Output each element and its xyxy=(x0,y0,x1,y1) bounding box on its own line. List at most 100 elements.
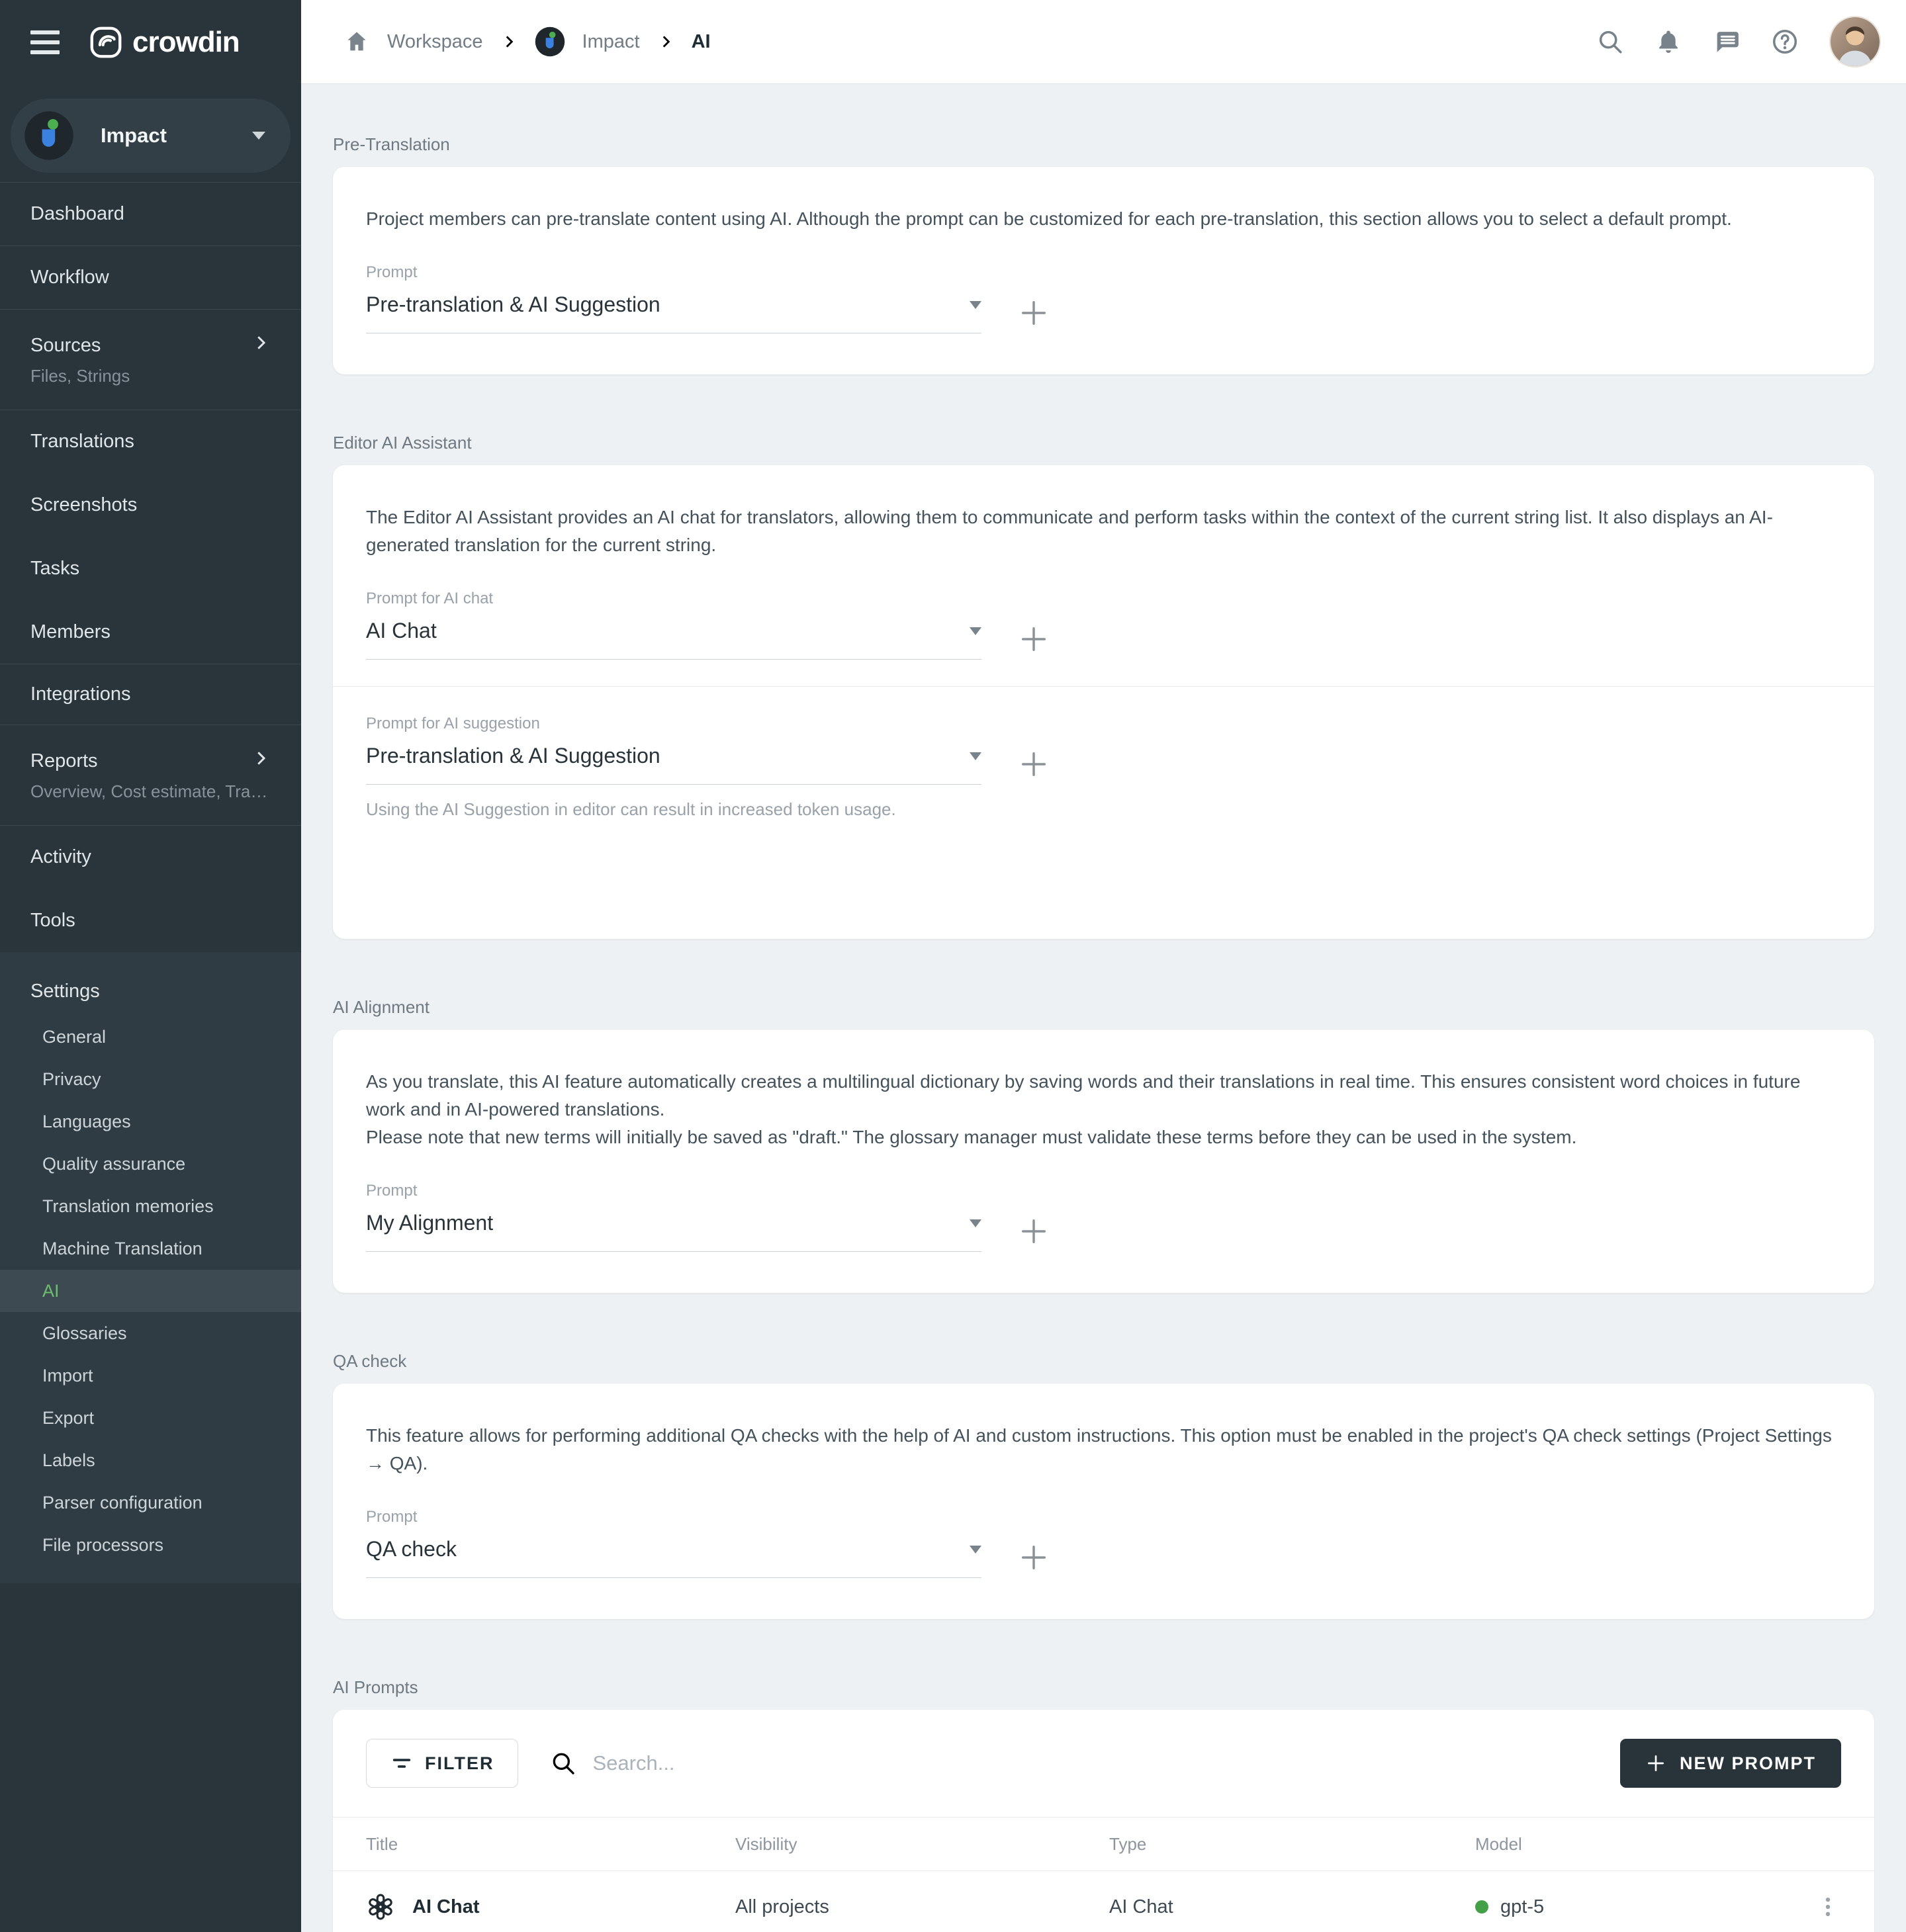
sidebar-item-screenshots[interactable]: Screenshots xyxy=(0,473,301,537)
breadcrumb-project[interactable]: Impact xyxy=(582,31,640,53)
chevron-down-icon xyxy=(970,752,981,760)
column-title: Title xyxy=(366,1834,735,1855)
home-icon[interactable] xyxy=(343,28,370,55)
section-label-ai-alignment: AI Alignment xyxy=(333,997,1874,1018)
section-description: As you translate, this AI feature automa… xyxy=(366,1068,1841,1123)
prompt-visibility-cell: All projects xyxy=(735,1896,1109,1918)
section-label-qa-check: QA check xyxy=(333,1351,1874,1372)
sidebar-item-parser-configuration[interactable]: Parser configuration xyxy=(0,1481,301,1524)
chevron-down-icon xyxy=(970,1546,981,1554)
search-icon xyxy=(550,1750,576,1777)
prompt-field-label: Prompt for AI suggestion xyxy=(366,715,1841,733)
sidebar-item-subtitle: Overview, Cost estimate, Transl... xyxy=(30,781,271,802)
row-menu-icon[interactable] xyxy=(1815,1894,1841,1920)
section-label-pre-translation: Pre-Translation xyxy=(333,134,1874,155)
sidebar: crowdin Impact Dashboard Workflow Source… xyxy=(0,0,301,1932)
pre-translation-prompt-select[interactable]: Pre-translation & AI Suggestion xyxy=(366,292,981,333)
sidebar-item-languages[interactable]: Languages xyxy=(0,1100,301,1143)
alignment-prompt-select[interactable]: My Alignment xyxy=(366,1211,981,1252)
chevron-down-icon xyxy=(970,627,981,635)
prompt-title-cell: AI Chat xyxy=(366,1892,735,1921)
project-selector-label: Impact xyxy=(101,124,167,148)
search-icon[interactable] xyxy=(1596,28,1624,56)
table-row[interactable]: AI Chat All projects AI Chat gpt-5 xyxy=(333,1871,1874,1932)
user-avatar[interactable] xyxy=(1829,16,1881,67)
ai-suggestion-prompt-select[interactable]: Pre-translation & AI Suggestion xyxy=(366,744,981,785)
filter-button[interactable]: FILTER xyxy=(366,1739,518,1788)
sidebar-item-ai[interactable]: AI xyxy=(0,1270,301,1312)
sidebar-item-activity[interactable]: Activity xyxy=(0,825,301,889)
help-icon[interactable] xyxy=(1771,28,1799,56)
chevron-right-icon xyxy=(657,33,674,50)
section-description: The Editor AI Assistant provides an AI c… xyxy=(366,504,1841,559)
project-avatar xyxy=(24,110,74,161)
filter-icon xyxy=(390,1752,413,1775)
sidebar-header: crowdin xyxy=(0,0,301,84)
bell-icon[interactable] xyxy=(1655,28,1682,56)
token-usage-hint: Using the AI Suggestion in editor can re… xyxy=(366,799,1841,820)
project-selector[interactable]: Impact xyxy=(11,99,291,173)
ai-alignment-card: As you translate, this AI feature automa… xyxy=(333,1030,1874,1293)
sidebar-item-dashboard[interactable]: Dashboard xyxy=(0,182,301,245)
chevron-down-icon xyxy=(252,132,265,140)
sidebar-item-machine-translation[interactable]: Machine Translation xyxy=(0,1227,301,1270)
openai-icon xyxy=(366,1892,395,1921)
sidebar-item-export[interactable]: Export xyxy=(0,1397,301,1439)
qa-check-card: This feature allows for performing addit… xyxy=(333,1383,1874,1619)
sidebar-item-translations[interactable]: Translations xyxy=(0,410,301,473)
card-divider xyxy=(333,686,1874,687)
crowdin-logo-icon xyxy=(89,25,123,60)
sidebar-item-tasks[interactable]: Tasks xyxy=(0,537,301,600)
qa-check-prompt-select[interactable]: QA check xyxy=(366,1537,981,1578)
sidebar-item-labels[interactable]: Labels xyxy=(0,1439,301,1481)
new-prompt-button[interactable]: NEW PROMPT xyxy=(1620,1739,1841,1788)
section-description: Project members can pre-translate conten… xyxy=(366,205,1841,233)
add-prompt-button[interactable] xyxy=(1019,1216,1049,1247)
chat-icon[interactable] xyxy=(1713,28,1741,56)
section-label-editor-ai-assistant: Editor AI Assistant xyxy=(333,433,1874,453)
pre-translation-card: Project members can pre-translate conten… xyxy=(333,167,1874,374)
ai-prompts-card: FILTER NEW PROMPT Title Visibility Type … xyxy=(333,1710,1874,1932)
sidebar-settings-section: Settings General Privacy Languages Quali… xyxy=(0,952,301,1583)
model-status-dot xyxy=(1475,1900,1488,1913)
sidebar-item-settings[interactable]: Settings xyxy=(0,967,301,1016)
prompt-field-label: Prompt xyxy=(366,263,1841,282)
chevron-right-icon xyxy=(251,748,271,773)
sidebar-item-sources[interactable]: Sources Files, Strings xyxy=(0,309,301,410)
sidebar-item-import[interactable]: Import xyxy=(0,1354,301,1397)
sidebar-item-integrations[interactable]: Integrations xyxy=(0,664,301,724)
add-prompt-button[interactable] xyxy=(1019,1542,1049,1573)
page-content: Pre-Translation Project members can pre-… xyxy=(301,84,1906,1932)
sidebar-item-members[interactable]: Members xyxy=(0,600,301,664)
sidebar-item-tools[interactable]: Tools xyxy=(0,889,301,952)
sidebar-item-file-processors[interactable]: File processors xyxy=(0,1524,301,1566)
sidebar-item-reports[interactable]: Reports Overview, Cost estimate, Transl.… xyxy=(0,724,301,825)
add-prompt-button[interactable] xyxy=(1019,298,1049,328)
table-header: Title Visibility Type Model xyxy=(333,1818,1874,1870)
prompt-field-label: Prompt for AI chat xyxy=(366,590,1841,608)
section-label-ai-prompts: AI Prompts xyxy=(333,1677,1874,1698)
crowdin-logo[interactable]: crowdin xyxy=(89,25,240,60)
breadcrumb: Workspace Impact AI xyxy=(343,26,711,57)
menu-icon[interactable] xyxy=(30,30,60,54)
sidebar-item-general[interactable]: General xyxy=(0,1016,301,1058)
sidebar-item-quality-assurance[interactable]: Quality assurance xyxy=(0,1143,301,1185)
sidebar-nav: Dashboard Workflow Sources Files, String… xyxy=(0,182,301,952)
prompt-type-cell: AI Chat xyxy=(1109,1896,1475,1918)
breadcrumb-workspace[interactable]: Workspace xyxy=(387,31,483,53)
prompt-field-label: Prompt xyxy=(366,1182,1841,1200)
add-prompt-button[interactable] xyxy=(1019,624,1049,654)
search-input[interactable] xyxy=(591,1751,1594,1776)
section-description: This feature allows for performing addit… xyxy=(366,1422,1841,1477)
editor-ai-assistant-card: The Editor AI Assistant provides an AI c… xyxy=(333,465,1874,939)
sidebar-item-privacy[interactable]: Privacy xyxy=(0,1058,301,1100)
chevron-down-icon xyxy=(970,1219,981,1227)
brand-name: crowdin xyxy=(132,26,240,59)
sidebar-item-workflow[interactable]: Workflow xyxy=(0,245,301,309)
breadcrumb-project-avatar xyxy=(535,26,565,57)
ai-chat-prompt-select[interactable]: AI Chat xyxy=(366,619,981,660)
sidebar-item-subtitle: Files, Strings xyxy=(30,366,271,386)
sidebar-item-translation-memories[interactable]: Translation memories xyxy=(0,1185,301,1227)
add-prompt-button[interactable] xyxy=(1019,749,1049,779)
sidebar-item-glossaries[interactable]: Glossaries xyxy=(0,1312,301,1354)
